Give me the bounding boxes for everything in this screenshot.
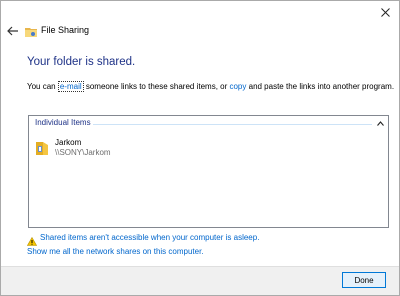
warning-icon: [26, 233, 38, 246]
item-name: Jarkom: [55, 138, 82, 147]
list-item[interactable]: Jarkom \\SONY\Jarkom: [35, 138, 185, 160]
dialog-footer: Done: [1, 266, 399, 295]
group-label: Individual Items: [35, 118, 91, 127]
file-sharing-icon: [25, 25, 37, 37]
page-heading: Your folder is shared.: [27, 56, 136, 68]
file-sharing-window: File Sharing Your folder is shared. You …: [0, 0, 400, 296]
group-header: Individual Items: [29, 116, 388, 130]
sleep-warning-link[interactable]: Shared items aren't accessible when your…: [40, 233, 259, 242]
window-title: File Sharing: [41, 25, 90, 35]
email-link[interactable]: e-mail: [57, 81, 84, 92]
copy-link[interactable]: copy: [229, 82, 246, 91]
group-divider: [93, 124, 372, 125]
item-path: \\SONY\Jarkom: [55, 148, 111, 157]
back-button[interactable]: [5, 23, 21, 39]
description-middle: someone links to these shared items, or: [83, 82, 230, 91]
close-icon: [380, 7, 390, 17]
back-arrow-icon: [7, 26, 18, 36]
network-shares-link[interactable]: Show me all the network shares on this c…: [27, 247, 204, 256]
done-button[interactable]: Done: [342, 272, 386, 288]
close-button[interactable]: [375, 3, 395, 21]
chevron-up-icon: [376, 120, 384, 126]
folder-icon: [35, 140, 49, 156]
description-prefix: You can: [27, 82, 58, 91]
description-suffix: and paste the links into another program…: [246, 82, 395, 91]
collapse-group-button[interactable]: [375, 118, 385, 128]
share-description: You can e-mail someone links to these sh…: [27, 81, 395, 92]
title-bar: File Sharing: [1, 1, 399, 37]
shared-items-panel: Individual Items Jarkom \\SONY\Jarkom: [28, 115, 389, 228]
